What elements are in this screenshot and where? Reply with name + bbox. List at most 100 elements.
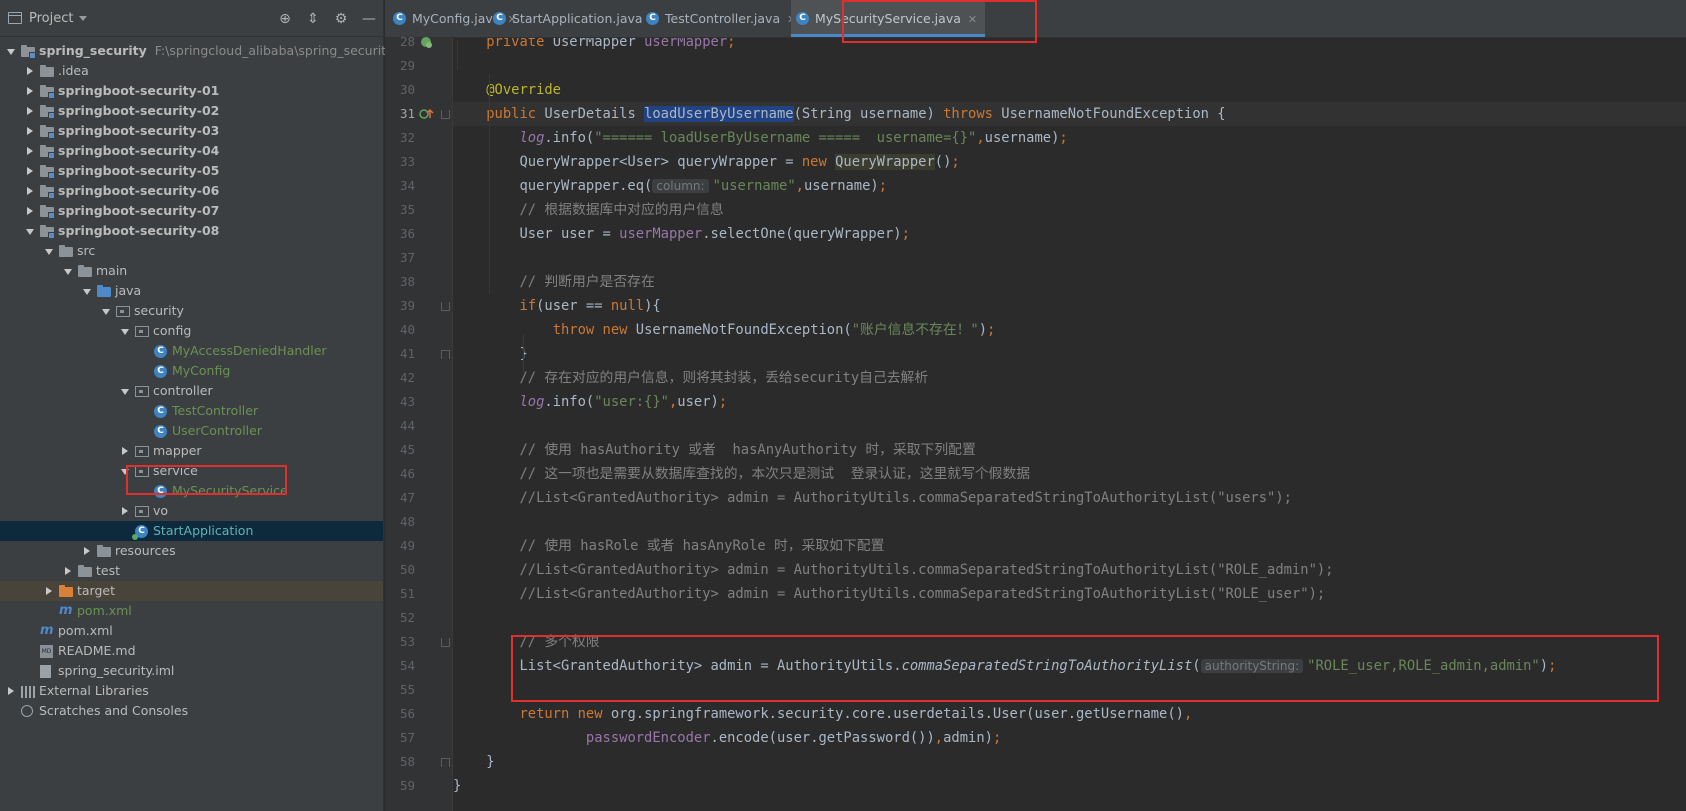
hide-panel-icon[interactable]: —: [361, 11, 377, 27]
collapse-arrow-icon[interactable]: [25, 81, 35, 101]
class-icon: C: [154, 485, 167, 498]
expand-arrow-icon[interactable]: [63, 261, 73, 281]
collapse-arrow-icon[interactable]: [6, 681, 16, 701]
tree-item[interactable]: resources: [0, 541, 383, 561]
fold-icon[interactable]: [441, 350, 450, 359]
tree-item[interactable]: springboot-security-08: [0, 221, 383, 241]
collapse-arrow-icon[interactable]: [25, 61, 35, 81]
expand-arrow-icon[interactable]: [120, 381, 130, 401]
tree-item[interactable]: MD README.md: [0, 641, 383, 661]
tree-item[interactable]: springboot-security-02: [0, 101, 383, 121]
tab-startapplication[interactable]: CStartApplication.java✕: [488, 0, 667, 37]
tree-item[interactable]: spring_security F:\springcloud_alibaba\sp…: [0, 41, 393, 61]
expand-arrow-icon[interactable]: [101, 301, 111, 321]
tree-item-label: service: [153, 463, 198, 478]
tree-item[interactable]: springboot-security-07: [0, 201, 383, 221]
tree-item[interactable]: springboot-security-04: [0, 141, 383, 161]
tree-item-label: springboot-security-03: [58, 123, 220, 138]
tree-item-label: resources: [115, 543, 176, 558]
collapse-arrow-icon[interactable]: [25, 101, 35, 121]
collapse-arrow-icon[interactable]: [25, 141, 35, 161]
class-icon: C: [154, 365, 167, 378]
tree-item[interactable]: C MyConfig: [0, 361, 383, 381]
tab-testcontroller[interactable]: CTestController.java✕: [641, 0, 804, 37]
java-class-icon: C: [393, 12, 406, 25]
tree-item[interactable]: springboot-security-03: [0, 121, 383, 141]
excluded-folder-icon: [59, 585, 73, 597]
tree-item[interactable]: main: [0, 261, 383, 281]
expand-arrow-icon[interactable]: [120, 321, 130, 341]
tree-item[interactable]: m pom.xml: [0, 621, 383, 641]
code-line: if(user == null){: [519, 298, 661, 314]
collapse-arrow-icon[interactable]: [25, 201, 35, 221]
tree-item-label: spring_security.iml: [58, 663, 175, 678]
tree-item-label: StartApplication: [153, 523, 254, 538]
tree-item[interactable]: controller: [0, 381, 383, 401]
tree-item[interactable]: C UserController: [0, 421, 383, 441]
code-line: //List<GrantedAuthority> admin = Authori…: [519, 562, 1334, 578]
tree-item[interactable]: springboot-security-01: [0, 81, 383, 101]
tab-mysecurityservice[interactable]: C MySecurityService.java ✕: [791, 0, 986, 37]
tree-item[interactable]: security: [0, 301, 383, 321]
chevron-down-icon[interactable]: [79, 15, 88, 21]
spring-bean-icon[interactable]: [419, 30, 432, 54]
tree-item[interactable]: C MySecurityService: [0, 481, 383, 501]
source-folder-icon: [97, 285, 111, 297]
collapse-arrow-icon[interactable]: [25, 121, 35, 141]
tree-item[interactable]: springboot-security-05: [0, 161, 383, 181]
collapse-arrow-icon[interactable]: [120, 501, 130, 521]
code-editor[interactable]: private UserMapper userMapper; @Override…: [453, 38, 1686, 811]
folder-module-icon: [40, 85, 55, 99]
tree-item[interactable]: Scratches and Consoles: [0, 701, 383, 721]
tree-item[interactable]: target: [0, 581, 383, 601]
project-panel-title[interactable]: Project: [29, 11, 73, 26]
collapse-all-icon[interactable]: ⇕: [305, 11, 321, 27]
tree-item[interactable]: config: [0, 321, 383, 341]
close-icon[interactable]: ✕: [968, 13, 977, 26]
tree-item[interactable]: src: [0, 241, 383, 261]
folder-module-icon: [21, 45, 36, 59]
tree-item[interactable]: C TestController: [0, 401, 383, 421]
fold-icon[interactable]: [441, 758, 450, 767]
expand-arrow-icon[interactable]: [120, 461, 130, 481]
expand-arrow-icon[interactable]: [25, 221, 35, 241]
fold-icon[interactable]: [441, 110, 450, 119]
locate-file-icon[interactable]: ⊕: [277, 11, 293, 27]
collapse-arrow-icon[interactable]: [120, 441, 130, 461]
collapse-arrow-icon[interactable]: [44, 581, 54, 601]
tree-item[interactable]: C MyAccessDeniedHandler: [0, 341, 383, 361]
gear-icon[interactable]: ⚙: [333, 11, 349, 27]
tree-item[interactable]: springboot-security-06: [0, 181, 383, 201]
tree-item[interactable]: .idea: [0, 61, 383, 81]
tree-item[interactable]: m pom.xml: [0, 601, 383, 621]
tree-item[interactable]: External Libraries: [0, 681, 383, 701]
expand-arrow-icon[interactable]: [6, 41, 16, 61]
fold-icon[interactable]: [441, 302, 450, 311]
tree-item[interactable]: C StartApplication: [0, 521, 383, 541]
tree-item[interactable]: spring_security.iml: [0, 661, 383, 681]
java-class-icon: C: [796, 12, 809, 25]
code-line: }: [453, 754, 495, 770]
code-line: }: [453, 346, 528, 362]
line-number: 57: [399, 730, 415, 745]
collapse-arrow-icon[interactable]: [63, 561, 73, 581]
fold-icon[interactable]: [441, 638, 450, 647]
collapse-arrow-icon[interactable]: [82, 541, 92, 561]
collapse-arrow-icon[interactable]: [25, 181, 35, 201]
code-line: log.info("user:{}",user);: [519, 394, 728, 410]
tree-item[interactable]: service: [0, 461, 383, 481]
expand-arrow-icon[interactable]: [82, 281, 92, 301]
indent-guide: [457, 40, 458, 70]
override-method-icon[interactable]: [419, 102, 434, 126]
tree-item[interactable]: test: [0, 561, 383, 581]
tree-item[interactable]: mapper: [0, 441, 383, 461]
tree-item[interactable]: vo: [0, 501, 383, 521]
tree-item-label: controller: [153, 383, 213, 398]
tree-item[interactable]: java: [0, 281, 383, 301]
tree-item-label: mapper: [153, 443, 202, 458]
collapse-arrow-icon[interactable]: [25, 161, 35, 181]
tree-item-label: springboot-security-05: [58, 163, 220, 178]
project-tree: spring_security F:\springcloud_alibaba\sp…: [0, 37, 393, 811]
expand-arrow-icon[interactable]: [44, 241, 54, 261]
